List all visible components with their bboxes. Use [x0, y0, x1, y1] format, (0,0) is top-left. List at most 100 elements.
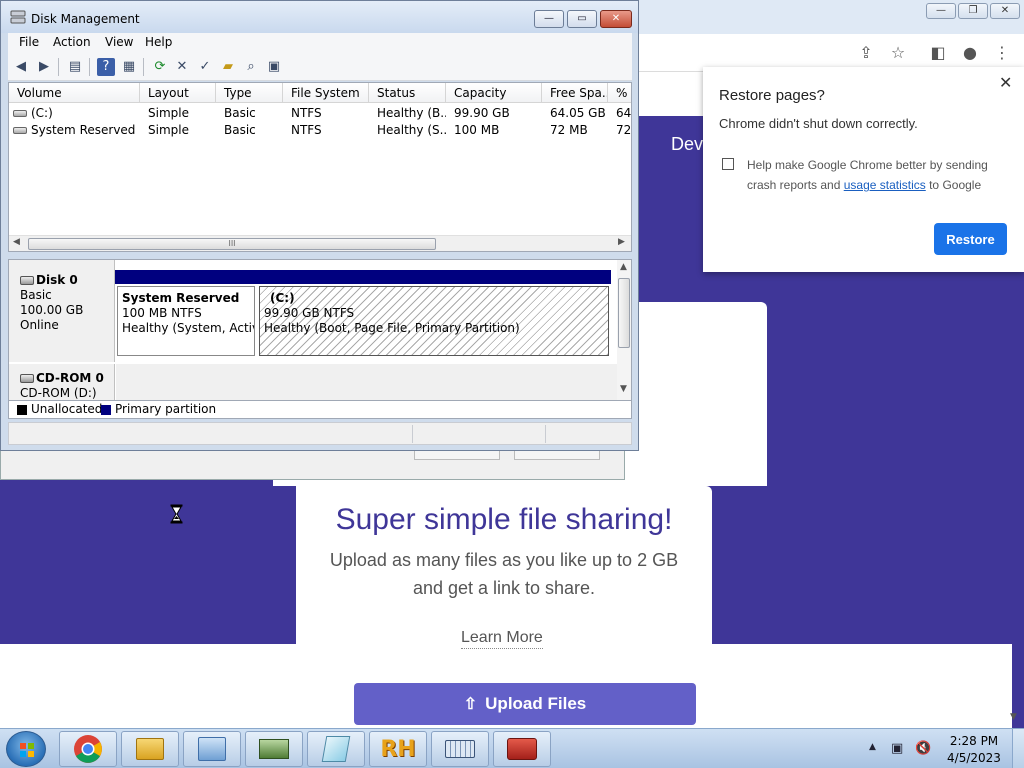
background-dialog-button[interactable]: [514, 450, 600, 460]
clock-date[interactable]: 4/5/2023: [944, 751, 1004, 765]
maximize-button[interactable]: ▭: [567, 10, 597, 28]
column-header-layout[interactable]: Layout: [140, 83, 216, 103]
scroll-down-arrow-icon[interactable]: ▼: [1010, 712, 1017, 722]
background-dialog-button[interactable]: [414, 450, 500, 460]
chrome-minimize-button[interactable]: —: [926, 3, 956, 19]
scroll-right-arrow-icon[interactable]: ▶: [618, 237, 625, 247]
scroll-up-arrow-icon[interactable]: ▲: [620, 262, 627, 272]
network-icon[interactable]: ▣: [891, 741, 903, 756]
column-header-file-system[interactable]: File System: [283, 83, 369, 103]
back-arrow-icon[interactable]: ◀: [12, 58, 30, 76]
percent-free-cell: 64: [616, 106, 632, 120]
horizontal-scrollbar[interactable]: ◀ III ▶: [9, 235, 631, 251]
upload-files-button[interactable]: ⇧ Upload Files: [354, 683, 696, 725]
show-desktop-button[interactable]: [1012, 729, 1024, 768]
status-cell: Healthy (B...: [377, 106, 446, 120]
partition-name: (C:): [270, 291, 295, 305]
usage-statistics-link[interactable]: usage statistics: [844, 178, 926, 192]
taskbar-device-manager-button[interactable]: [245, 731, 303, 767]
partition-c[interactable]: (C:) 99.90 GB NTFS Healthy (Boot, Page F…: [257, 270, 611, 358]
column-header-percent-free[interactable]: % F: [608, 83, 631, 103]
chrome-close-button[interactable]: ✕: [990, 3, 1020, 19]
restore-popup-message: Chrome didn't shut down correctly.: [719, 116, 918, 131]
menu-action[interactable]: Action: [53, 35, 91, 49]
taskbar-rh-button[interactable]: RH: [369, 731, 427, 767]
nav-dev-text[interactable]: Dev: [671, 134, 703, 155]
taskbar-chrome-button[interactable]: [59, 731, 117, 767]
minimize-button[interactable]: —: [534, 10, 564, 28]
legend-primary-partition: Primary partition: [115, 402, 217, 416]
hourglass-cursor-icon: [170, 504, 183, 524]
chrome-menu-icon[interactable]: ⋮: [990, 41, 1014, 65]
start-button[interactable]: [6, 731, 46, 767]
percent-free-cell: 72: [616, 123, 632, 137]
properties-icon[interactable]: ▦: [120, 58, 138, 76]
clock-time[interactable]: 2:28 PM: [944, 734, 1004, 748]
taskbar-notepad-button[interactable]: [307, 731, 365, 767]
table-row[interactable]: System Reserved Simple Basic NTFS Health…: [9, 122, 632, 139]
close-icon[interactable]: ✕: [999, 73, 1012, 93]
crash-report-checkbox[interactable]: [722, 158, 734, 170]
vertical-scrollbar[interactable]: ▲ ▼: [617, 260, 631, 400]
bookmark-star-icon[interactable]: ☆: [886, 41, 910, 65]
close-button[interactable]: ✕: [600, 10, 632, 28]
taskbar-toolbox-button[interactable]: [493, 731, 551, 767]
delete-icon[interactable]: ✕: [173, 58, 191, 76]
partition-size: 99.90 GB NTFS: [264, 306, 355, 320]
scroll-down-arrow-icon[interactable]: ▼: [620, 384, 627, 394]
status-separator: [412, 425, 413, 443]
partition-name: System Reserved: [122, 291, 240, 305]
restore-button[interactable]: Restore: [934, 223, 1007, 255]
toolbox-icon: [507, 738, 537, 760]
partition-system-reserved[interactable]: System Reserved 100 MB NTFS Healthy (Sys…: [115, 270, 257, 358]
scroll-left-arrow-icon[interactable]: ◀: [13, 237, 20, 247]
show-hidden-icons-arrow-icon[interactable]: ▲: [869, 742, 876, 752]
upload-icon: ⇧: [463, 696, 478, 713]
partition-status: Healthy (Boot, Page File, Primary Partit…: [264, 321, 520, 335]
search-icon[interactable]: ⌕: [242, 58, 260, 76]
windows-flag-icon: [20, 743, 34, 757]
toolbar-separator: [58, 58, 59, 76]
crash-report-text-end: to Google: [925, 178, 982, 192]
unallocated-swatch: [17, 405, 27, 415]
menu-file[interactable]: File: [19, 35, 39, 49]
column-header-capacity[interactable]: Capacity: [446, 83, 542, 103]
column-header-volume[interactable]: Volume: [9, 83, 140, 103]
help-icon[interactable]: ?: [97, 58, 115, 76]
column-header-type[interactable]: Type: [216, 83, 283, 103]
restore-pages-popup: Restore pages? ✕ Chrome didn't shut down…: [703, 67, 1024, 272]
cd-rom-icon: [20, 374, 34, 383]
profile-avatar-icon[interactable]: ●: [958, 41, 982, 65]
chrome-restore-button[interactable]: ❐: [958, 3, 988, 19]
check-icon[interactable]: ✓: [196, 58, 214, 76]
drive-icon: [13, 127, 27, 134]
primary-partition-bar: [115, 270, 257, 284]
scrollbar-thumb[interactable]: III: [28, 238, 436, 250]
settings-icon[interactable]: ▣: [265, 58, 283, 76]
side-panel-icon[interactable]: ◧: [926, 41, 950, 65]
cdrom-0-label[interactable]: CD-ROM 0 CD-ROM (D:): [9, 364, 115, 400]
column-header-status[interactable]: Status: [369, 83, 446, 103]
table-row[interactable]: (C:) Simple Basic NTFS Healthy (B... 99.…: [9, 105, 632, 122]
show-hide-console-icon[interactable]: ▤: [66, 58, 84, 76]
disk-kind: Basic: [20, 288, 52, 302]
disk-map: Disk 0 Basic 100.00 GB Online System Res…: [8, 259, 632, 401]
menu-view[interactable]: View: [105, 35, 133, 49]
window-title: Disk Management: [31, 12, 140, 26]
forward-arrow-icon[interactable]: ▶: [35, 58, 53, 76]
open-folder-icon[interactable]: ▰: [219, 58, 237, 76]
disk-0-label[interactable]: Disk 0 Basic 100.00 GB Online: [9, 260, 115, 362]
control-panel-icon: [198, 737, 226, 761]
taskbar-keyboard-button[interactable]: [431, 731, 489, 767]
scrollbar-thumb[interactable]: [618, 278, 630, 348]
learn-more-link[interactable]: Learn More: [461, 629, 543, 649]
disk-management-titlebar[interactable]: Disk Management — ▭ ✕: [1, 1, 638, 33]
menu-help[interactable]: Help: [145, 35, 172, 49]
keyboard-icon: [445, 740, 475, 758]
volume-muted-icon[interactable]: 🔇: [915, 741, 931, 756]
taskbar-control-panel-button[interactable]: [183, 731, 241, 767]
refresh-icon[interactable]: ⟳: [151, 58, 169, 76]
column-header-free-space[interactable]: Free Spa...: [542, 83, 608, 103]
share-icon[interactable]: ⇪: [854, 41, 878, 65]
taskbar-explorer-button[interactable]: [121, 731, 179, 767]
